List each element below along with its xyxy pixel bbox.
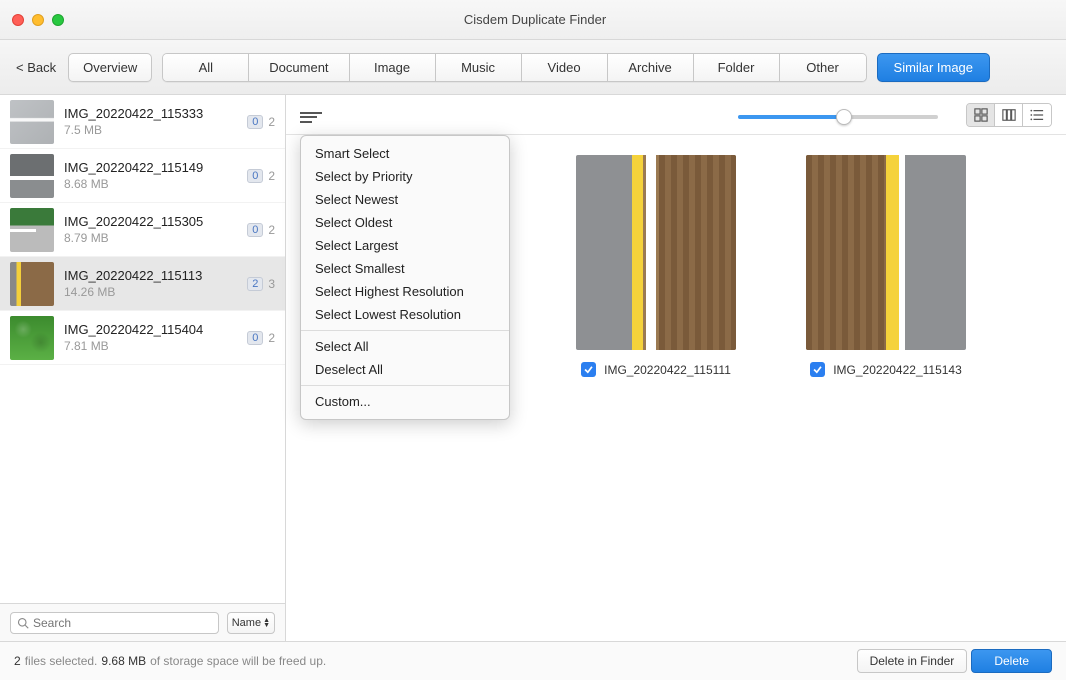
sidebar-item[interactable]: IMG_20220422_115404 7.81 MB 0 2 <box>0 311 285 365</box>
toolbar: < Back Overview All Document Image Music… <box>0 40 1066 95</box>
menu-item-select-oldest[interactable]: Select Oldest <box>301 211 509 234</box>
delete-button[interactable]: Delete <box>971 649 1052 673</box>
view-toggle <box>966 103 1052 127</box>
tab-document[interactable]: Document <box>249 54 349 81</box>
select-menu-dropdown: Smart Select Select by Priority Select N… <box>300 135 510 420</box>
search-input[interactable] <box>33 616 212 630</box>
status-text: files selected. <box>25 654 98 668</box>
file-size: 7.81 MB <box>64 339 237 353</box>
file-size: 8.68 MB <box>64 177 237 191</box>
tab-other[interactable]: Other <box>780 54 866 81</box>
delete-in-finder-button[interactable]: Delete in Finder <box>857 649 968 673</box>
overview-button[interactable]: Overview <box>68 53 152 82</box>
menu-item-custom[interactable]: Custom... <box>301 390 509 413</box>
statusbar: 2 files selected. 9.68 MB of storage spa… <box>0 641 1066 680</box>
menu-item-smart-select[interactable]: Smart Select <box>301 142 509 165</box>
columns-icon <box>1002 108 1016 122</box>
menu-item-select-smallest[interactable]: Select Smallest <box>301 257 509 280</box>
menu-item-select-lowest-res[interactable]: Select Lowest Resolution <box>301 303 509 326</box>
list-icon <box>1030 108 1044 122</box>
menu-item-select-all[interactable]: Select All <box>301 335 509 358</box>
view-list-button[interactable] <box>1023 104 1051 126</box>
count-badge: 0 2 <box>247 223 275 237</box>
thumbnail-icon <box>10 262 54 306</box>
file-size: 7.5 MB <box>64 123 237 137</box>
menu-item-select-priority[interactable]: Select by Priority <box>301 165 509 188</box>
thumbnail-card[interactable]: IMG_20220422_115111 <box>556 155 756 377</box>
menu-item-select-newest[interactable]: Select Newest <box>301 188 509 211</box>
close-icon[interactable] <box>12 14 24 26</box>
sidebar-footer: Name ▲▼ <box>0 603 285 641</box>
tab-folder[interactable]: Folder <box>694 54 780 81</box>
sidebar-list: IMG_20220422_115333 7.5 MB 0 2 IMG_20220… <box>0 95 285 603</box>
thumbnail-icon <box>10 154 54 198</box>
view-grid-button[interactable] <box>967 104 995 126</box>
card-filename: IMG_20220422_115143 <box>833 363 962 377</box>
sort-arrows-icon: ▲▼ <box>263 618 270 628</box>
slider-input[interactable] <box>738 115 938 119</box>
tab-all[interactable]: All <box>163 54 249 81</box>
card-filename: IMG_20220422_115111 <box>604 363 731 377</box>
check-icon <box>812 364 823 375</box>
thumbnail-icon <box>10 316 54 360</box>
tab-music[interactable]: Music <box>436 54 522 81</box>
count-badge: 0 2 <box>247 169 275 183</box>
select-menu-trigger-icon[interactable] <box>300 107 322 123</box>
thumbnail-size-slider[interactable] <box>738 107 938 122</box>
tab-image[interactable]: Image <box>350 54 436 81</box>
thumbnail-image <box>806 155 966 350</box>
thumbnail-icon <box>10 208 54 252</box>
main-header: Smart Select Select by Priority Select N… <box>286 95 1066 135</box>
status-text-b: of storage space will be freed up. <box>150 654 326 668</box>
minimize-icon[interactable] <box>32 14 44 26</box>
file-name: IMG_20220422_115333 <box>64 106 237 121</box>
status-count: 2 <box>14 654 21 668</box>
maximize-icon[interactable] <box>52 14 64 26</box>
check-icon <box>583 364 594 375</box>
file-name: IMG_20220422_115113 <box>64 268 237 283</box>
status-size: 9.68 MB <box>101 654 146 668</box>
thumbnail-card[interactable]: IMG_20220422_115143 <box>786 155 986 377</box>
count-badge: 2 3 <box>247 277 275 291</box>
sidebar: IMG_20220422_115333 7.5 MB 0 2 IMG_20220… <box>0 95 286 641</box>
thumbnail-image <box>576 155 736 350</box>
sidebar-item[interactable]: IMG_20220422_115149 8.68 MB 0 2 <box>0 149 285 203</box>
file-name: IMG_20220422_115305 <box>64 214 237 229</box>
traffic-lights <box>12 14 64 26</box>
file-size: 14.26 MB <box>64 285 237 299</box>
sort-select[interactable]: Name ▲▼ <box>227 612 275 634</box>
file-name: IMG_20220422_115404 <box>64 322 237 337</box>
sidebar-item[interactable]: IMG_20220422_115305 8.79 MB 0 2 <box>0 203 285 257</box>
window-title: Cisdem Duplicate Finder <box>64 12 1006 27</box>
checkbox[interactable] <box>810 362 825 377</box>
view-columns-button[interactable] <box>995 104 1023 126</box>
sidebar-item-selected[interactable]: IMG_20220422_115113 14.26 MB 2 3 <box>0 257 285 311</box>
file-name: IMG_20220422_115149 <box>64 160 237 175</box>
category-tabs: All Document Image Music Video Archive F… <box>162 53 866 82</box>
sidebar-item[interactable]: IMG_20220422_115333 7.5 MB 0 2 <box>0 95 285 149</box>
menu-item-deselect-all[interactable]: Deselect All <box>301 358 509 381</box>
main-panel: Smart Select Select by Priority Select N… <box>286 95 1066 641</box>
count-badge: 0 2 <box>247 331 275 345</box>
back-button[interactable]: < Back <box>14 56 58 79</box>
similar-image-button[interactable]: Similar Image <box>877 53 990 82</box>
search-input-wrap[interactable] <box>10 612 219 634</box>
grid-icon <box>974 108 988 122</box>
count-badge: 0 2 <box>247 115 275 129</box>
checkbox[interactable] <box>581 362 596 377</box>
search-icon <box>17 617 29 629</box>
thumbnail-icon <box>10 100 54 144</box>
menu-item-select-highest-res[interactable]: Select Highest Resolution <box>301 280 509 303</box>
titlebar: Cisdem Duplicate Finder <box>0 0 1066 40</box>
tab-archive[interactable]: Archive <box>608 54 694 81</box>
menu-item-select-largest[interactable]: Select Largest <box>301 234 509 257</box>
tab-video[interactable]: Video <box>522 54 608 81</box>
file-size: 8.79 MB <box>64 231 237 245</box>
